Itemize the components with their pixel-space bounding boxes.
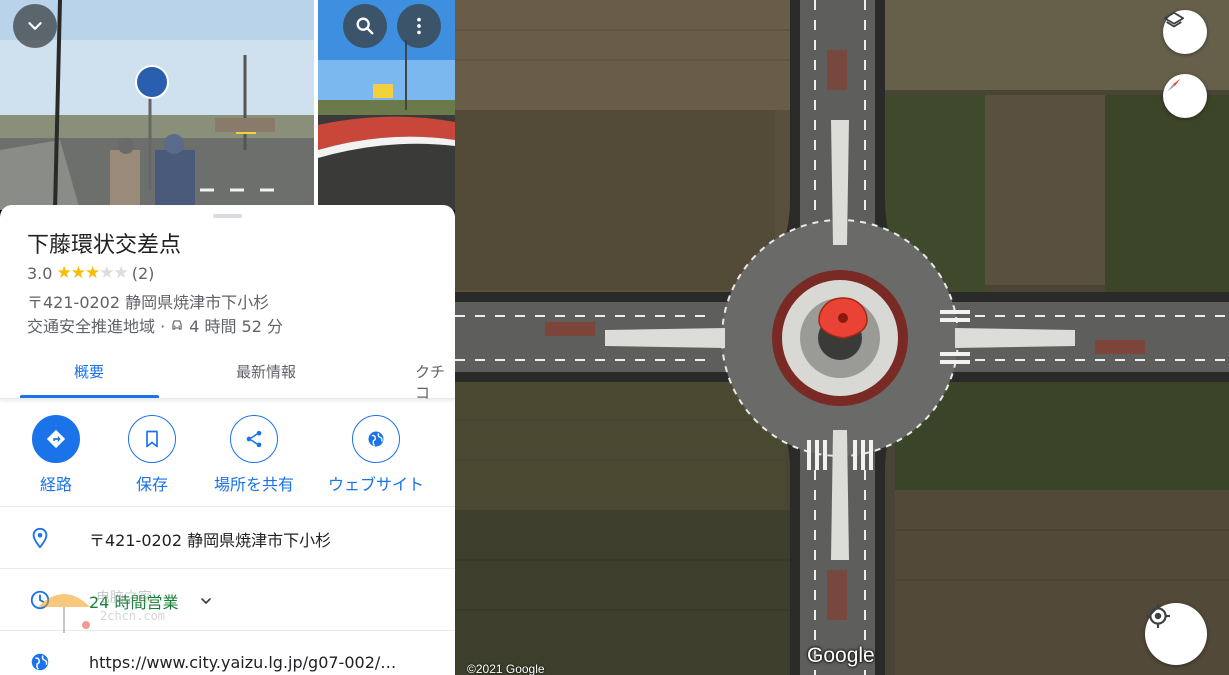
share-button[interactable]: 場所を共有 [214, 415, 294, 495]
star-icon: ★ [113, 263, 128, 283]
save-button[interactable]: 保存 [128, 415, 176, 495]
car-icon [172, 320, 182, 330]
bookmark-icon [146, 430, 158, 448]
website-label: ウェブサイト [328, 475, 425, 494]
watermark-title: 电脑之家 [96, 590, 152, 606]
share-label: 場所を共有 [214, 475, 295, 494]
star-icon: ★ [70, 263, 86, 283]
globe-icon [368, 431, 384, 447]
directions-label: 経路 [39, 475, 72, 494]
compass-button[interactable] [1163, 74, 1207, 118]
save-label: 保存 [135, 475, 168, 494]
umbrella-logo-icon [38, 594, 90, 633]
address-row[interactable]: 〒421-0202 静岡県焼津市下小杉 [0, 507, 455, 569]
category-line: 交通安全推進地域 · 4 時間 52 分 [27, 313, 283, 337]
more-vert-icon [417, 17, 421, 35]
satellite-map[interactable]: Google ©2021 Google [455, 0, 1229, 675]
map-imagery [455, 0, 1229, 675]
star-icon: ★ [99, 263, 114, 283]
rating-value: 3.0 [27, 263, 53, 283]
place-category: 交通安全推進地域 · [27, 317, 166, 336]
star-icon: ★ [84, 263, 100, 283]
star-icon: ★ [56, 263, 71, 283]
directions-icon [46, 429, 66, 449]
search-button[interactable] [343, 4, 387, 48]
website-url[interactable]: https://www.city.yaizu.lg.jp/g07-002/… [89, 653, 396, 672]
location-pin-icon [32, 527, 48, 549]
watermark-domain: 2chcn.com [100, 609, 166, 623]
place-sheet[interactable]: 下藤環状交差点 3.0 ★★★★★ (2) 〒421-0202 静岡県焼津市下小… [0, 205, 455, 675]
search-icon [356, 17, 374, 35]
tab-reviews[interactable]: クチコ [415, 361, 455, 403]
share-icon [246, 430, 262, 448]
drag-handle[interactable] [213, 214, 242, 218]
google-logo: Google [807, 644, 875, 667]
layers-button[interactable] [1163, 10, 1207, 54]
compass-icon [1167, 78, 1181, 92]
more-options-button[interactable] [397, 4, 441, 48]
website-button[interactable]: ウェブサイト [328, 415, 424, 495]
rating-stars: ★★★★★ [56, 263, 128, 283]
tab-bar: 概要 最新情報 クチコ [0, 345, 455, 402]
address-text: 〒421-0202 静岡県焼津市下小杉 [89, 531, 332, 550]
place-title: 下藤環状交差点 [27, 233, 182, 258]
tab-overview[interactable]: 概要 [74, 361, 104, 382]
drive-time: 4 時間 52 分 [189, 317, 283, 336]
tab-updates[interactable]: 最新情報 [236, 361, 296, 382]
site-watermark: 电脑之家 2chcn.com [34, 585, 204, 645]
map-pin-icon [818, 297, 868, 339]
collapse-button[interactable] [13, 4, 57, 48]
header-address: 〒421-0202 静岡県焼津市下小杉 [27, 293, 270, 312]
my-location-button[interactable] [1145, 603, 1207, 665]
active-tab-indicator [20, 395, 159, 398]
photo-strip[interactable] [0, 0, 455, 210]
review-count: (2) [131, 263, 155, 283]
my-location-icon [1146, 604, 1170, 628]
chevron-down-icon [28, 22, 42, 30]
map-copyright: ©2021 Google [467, 662, 545, 675]
directions-button[interactable]: 経路 [32, 415, 80, 495]
action-bar: 経路 保存 場所を共有 ウェブサイト [0, 411, 455, 507]
rating-row[interactable]: 3.0 ★★★★★ (2) [27, 263, 154, 283]
globe-icon [31, 653, 49, 671]
layers-icon [1163, 11, 1185, 28]
